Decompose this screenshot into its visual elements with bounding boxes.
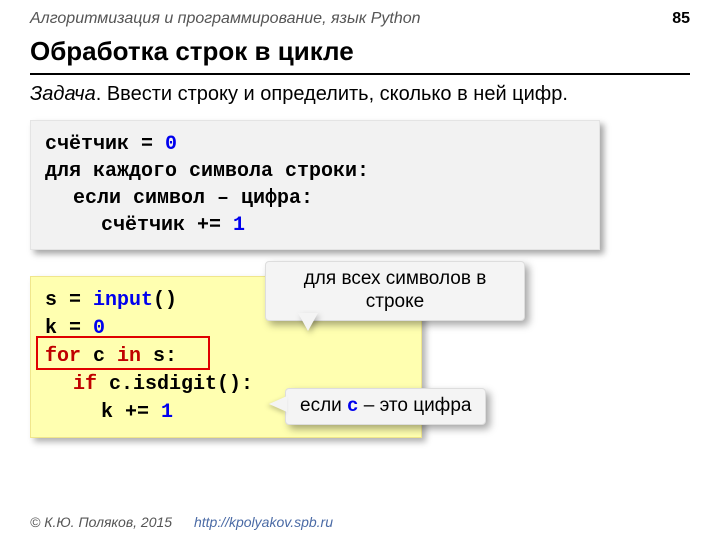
callout-text: – это цифра	[358, 395, 471, 416]
code-number: 0	[93, 317, 105, 340]
pseudo-line-4: счётчик += 1	[45, 212, 585, 239]
task-label: Задача	[30, 83, 96, 105]
callout-isdigit: если c – это цифра	[285, 388, 486, 425]
page-number: 85	[672, 10, 690, 28]
slide-title: Обработка строк в цикле	[30, 36, 690, 75]
code-area: s = input() k = 0 for c in s: if c.isdig…	[30, 276, 690, 466]
task-text: Ввести строку и определить, сколько в не…	[107, 83, 568, 105]
code-text: s =	[45, 289, 93, 312]
callout-text: строке	[366, 291, 424, 312]
code-fn: input	[93, 289, 153, 312]
course-title: Алгоритмизация и программирование, язык …	[30, 10, 421, 28]
callout-text: для всех символов в	[304, 268, 487, 289]
pseudo-line-2: для каждого символа строки:	[45, 158, 585, 185]
code-text: k =	[45, 317, 93, 340]
callout-code: c	[347, 395, 358, 417]
code-text: s:	[141, 345, 177, 368]
callout-text: если	[300, 395, 347, 416]
callout-tail	[269, 396, 287, 412]
code-line-3: for c in s:	[45, 343, 407, 371]
footer: © К.Ю. Поляков, 2015 http://kpolyakov.sp…	[30, 514, 333, 530]
callout-tail	[298, 313, 318, 331]
callout-for-loop: для всех символов в строке	[265, 261, 525, 321]
code-text: c	[81, 345, 117, 368]
pseudocode-block: счётчик = 0 для каждого символа строки: …	[30, 120, 600, 250]
code-keyword: in	[117, 345, 141, 368]
pseudo-line-3: если символ – цифра:	[45, 185, 585, 212]
code-text: ()	[153, 289, 177, 312]
task-statement: Задача. Ввести строку и определить, скол…	[30, 83, 690, 106]
copyright: © К.Ю. Поляков, 2015	[30, 514, 172, 530]
code-number: 1	[161, 401, 173, 424]
code-keyword: for	[45, 345, 81, 368]
pseudo-text: счётчик =	[45, 133, 165, 156]
code-keyword: if	[73, 373, 97, 396]
footer-url: http://kpolyakov.spb.ru	[194, 514, 333, 530]
pseudo-number: 0	[165, 133, 177, 156]
header-row: Алгоритмизация и программирование, язык …	[30, 10, 690, 32]
code-text: k +=	[101, 401, 161, 424]
slide: Алгоритмизация и программирование, язык …	[0, 0, 720, 540]
pseudo-line-1: счётчик = 0	[45, 131, 585, 158]
code-text: c.isdigit():	[97, 373, 253, 396]
pseudo-text: счётчик +=	[101, 214, 233, 237]
pseudo-number: 1	[233, 214, 245, 237]
